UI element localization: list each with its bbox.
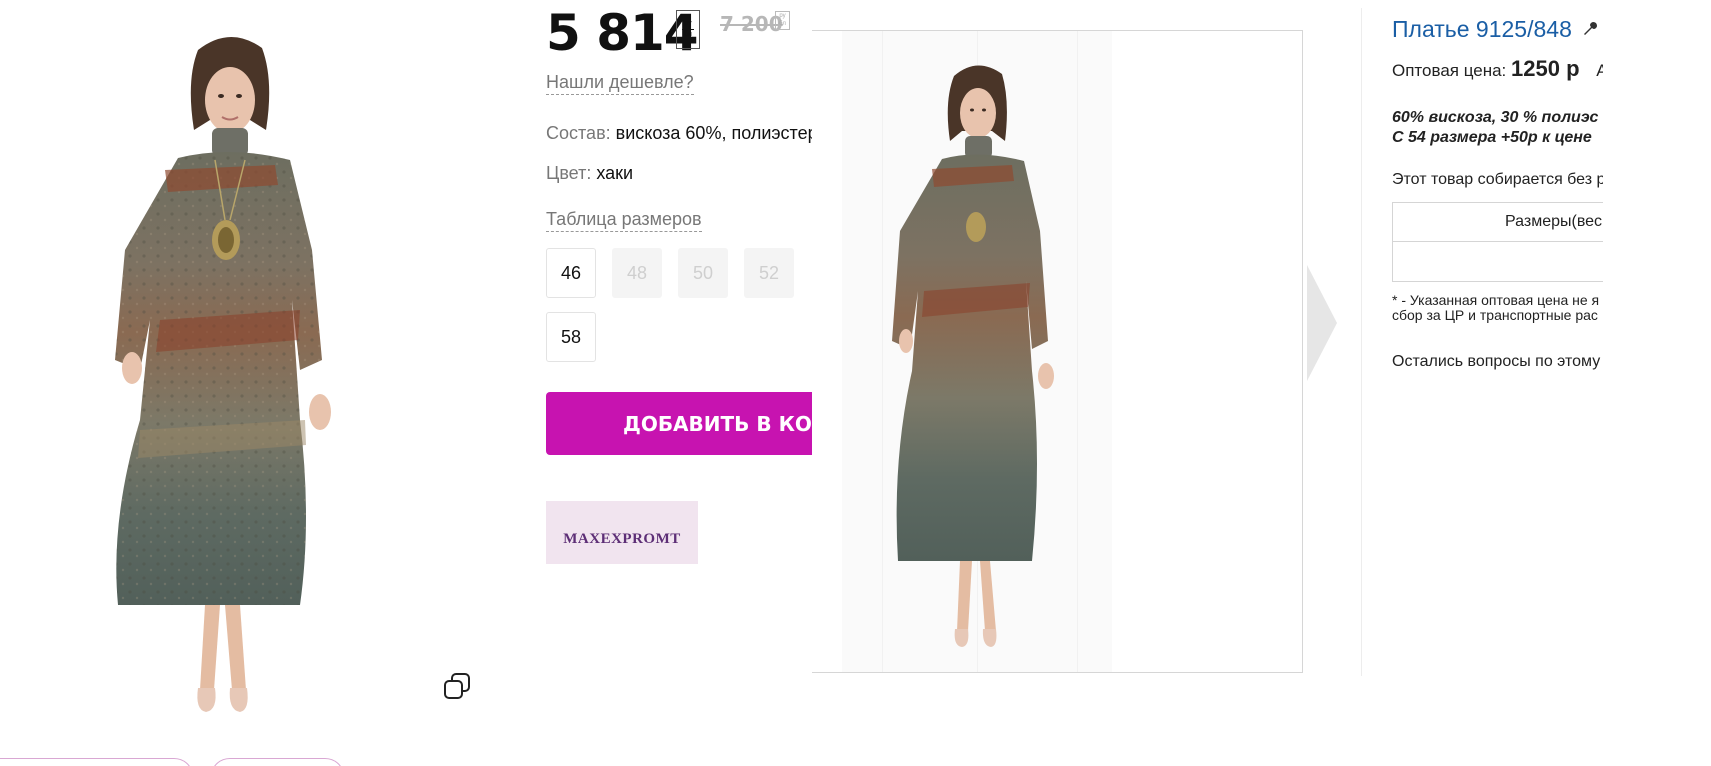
dress-photo	[115, 36, 331, 712]
wholesale-label: Оптовая цена:	[1392, 61, 1507, 80]
product-photo[interactable]	[0, 0, 470, 725]
composition-line: С 54 размера +50р к цене	[1392, 129, 1592, 146]
composition-row: Состав: вискоза 60%, полиэстер 3	[546, 123, 833, 144]
color-label: Цвет:	[546, 163, 592, 183]
table-row	[1393, 242, 1603, 281]
column-divider	[1361, 8, 1362, 676]
found-cheaper-link[interactable]: Нашли дешевле?	[546, 72, 694, 95]
wrench-icon[interactable]	[1582, 21, 1598, 42]
footnote-line: * - Указанная оптовая цена не я	[1392, 292, 1600, 308]
chevron-right-icon[interactable]	[1305, 263, 1339, 388]
footnote-line: сбор за ЦР и транспортные рас	[1392, 307, 1598, 323]
wholesale-price: 1250 р	[1511, 56, 1580, 81]
product-price: 5 814	[546, 4, 699, 62]
wholesale-price-row: Оптовая цена: 1250 р А	[1392, 56, 1603, 82]
size-option-52: 52	[744, 248, 794, 298]
currency-icon: ру бл	[676, 10, 700, 49]
composition-line: 60% вискоза, 30 % полиэс	[1392, 109, 1599, 126]
size-option-46[interactable]: 46	[546, 248, 596, 298]
composition-value: вискоза 60%, полиэстер 3	[615, 123, 833, 143]
size-table-link[interactable]: Таблица размеров	[546, 209, 702, 232]
wholesale-panel: Платье 9125/848 Оптовая цена: 1250 р А 6…	[1392, 0, 1603, 766]
size-option-50: 50	[678, 248, 728, 298]
table-header: Размеры(вес	[1393, 203, 1603, 242]
old-price: 7 200	[720, 12, 783, 36]
brand-logo[interactable]: MAXEXPROMT	[546, 501, 698, 564]
zoom-preview	[812, 30, 1303, 673]
tab-button[interactable]	[210, 758, 345, 766]
price-footnote: * - Указанная оптовая цена не я сбор за …	[1392, 293, 1599, 323]
composition-label: Состав:	[546, 123, 611, 143]
size-option-48: 48	[612, 248, 662, 298]
product-title-link[interactable]: Платье 9125/848	[1392, 16, 1572, 43]
color-value: хаки	[596, 163, 634, 183]
dress-photo	[842, 31, 1112, 672]
size-option-58[interactable]: 58	[546, 312, 596, 362]
tab-button[interactable]	[0, 758, 194, 766]
add-to-cart-button[interactable]: ДОБАВИТЬ В КОРЗИНУ	[546, 392, 846, 455]
wholesale-composition: 60% вискоза, 30 % полиэс С 54 размера +5…	[1392, 108, 1598, 148]
wholesale-size-table: Размеры(вес	[1392, 202, 1603, 282]
wholesale-suffix: А	[1596, 61, 1603, 80]
copy-icon[interactable]	[443, 672, 471, 700]
color-row: Цвет: хаки	[546, 163, 633, 184]
product-page: 5 814 ру бл 7 200 ру бл Нашли дешевле? Сос…	[0, 0, 1711, 766]
currency-icon: ру бл	[775, 11, 790, 30]
questions-link[interactable]: Остались вопросы по этому	[1392, 353, 1600, 371]
collect-note: Этот товар собирается без р	[1392, 171, 1603, 188]
